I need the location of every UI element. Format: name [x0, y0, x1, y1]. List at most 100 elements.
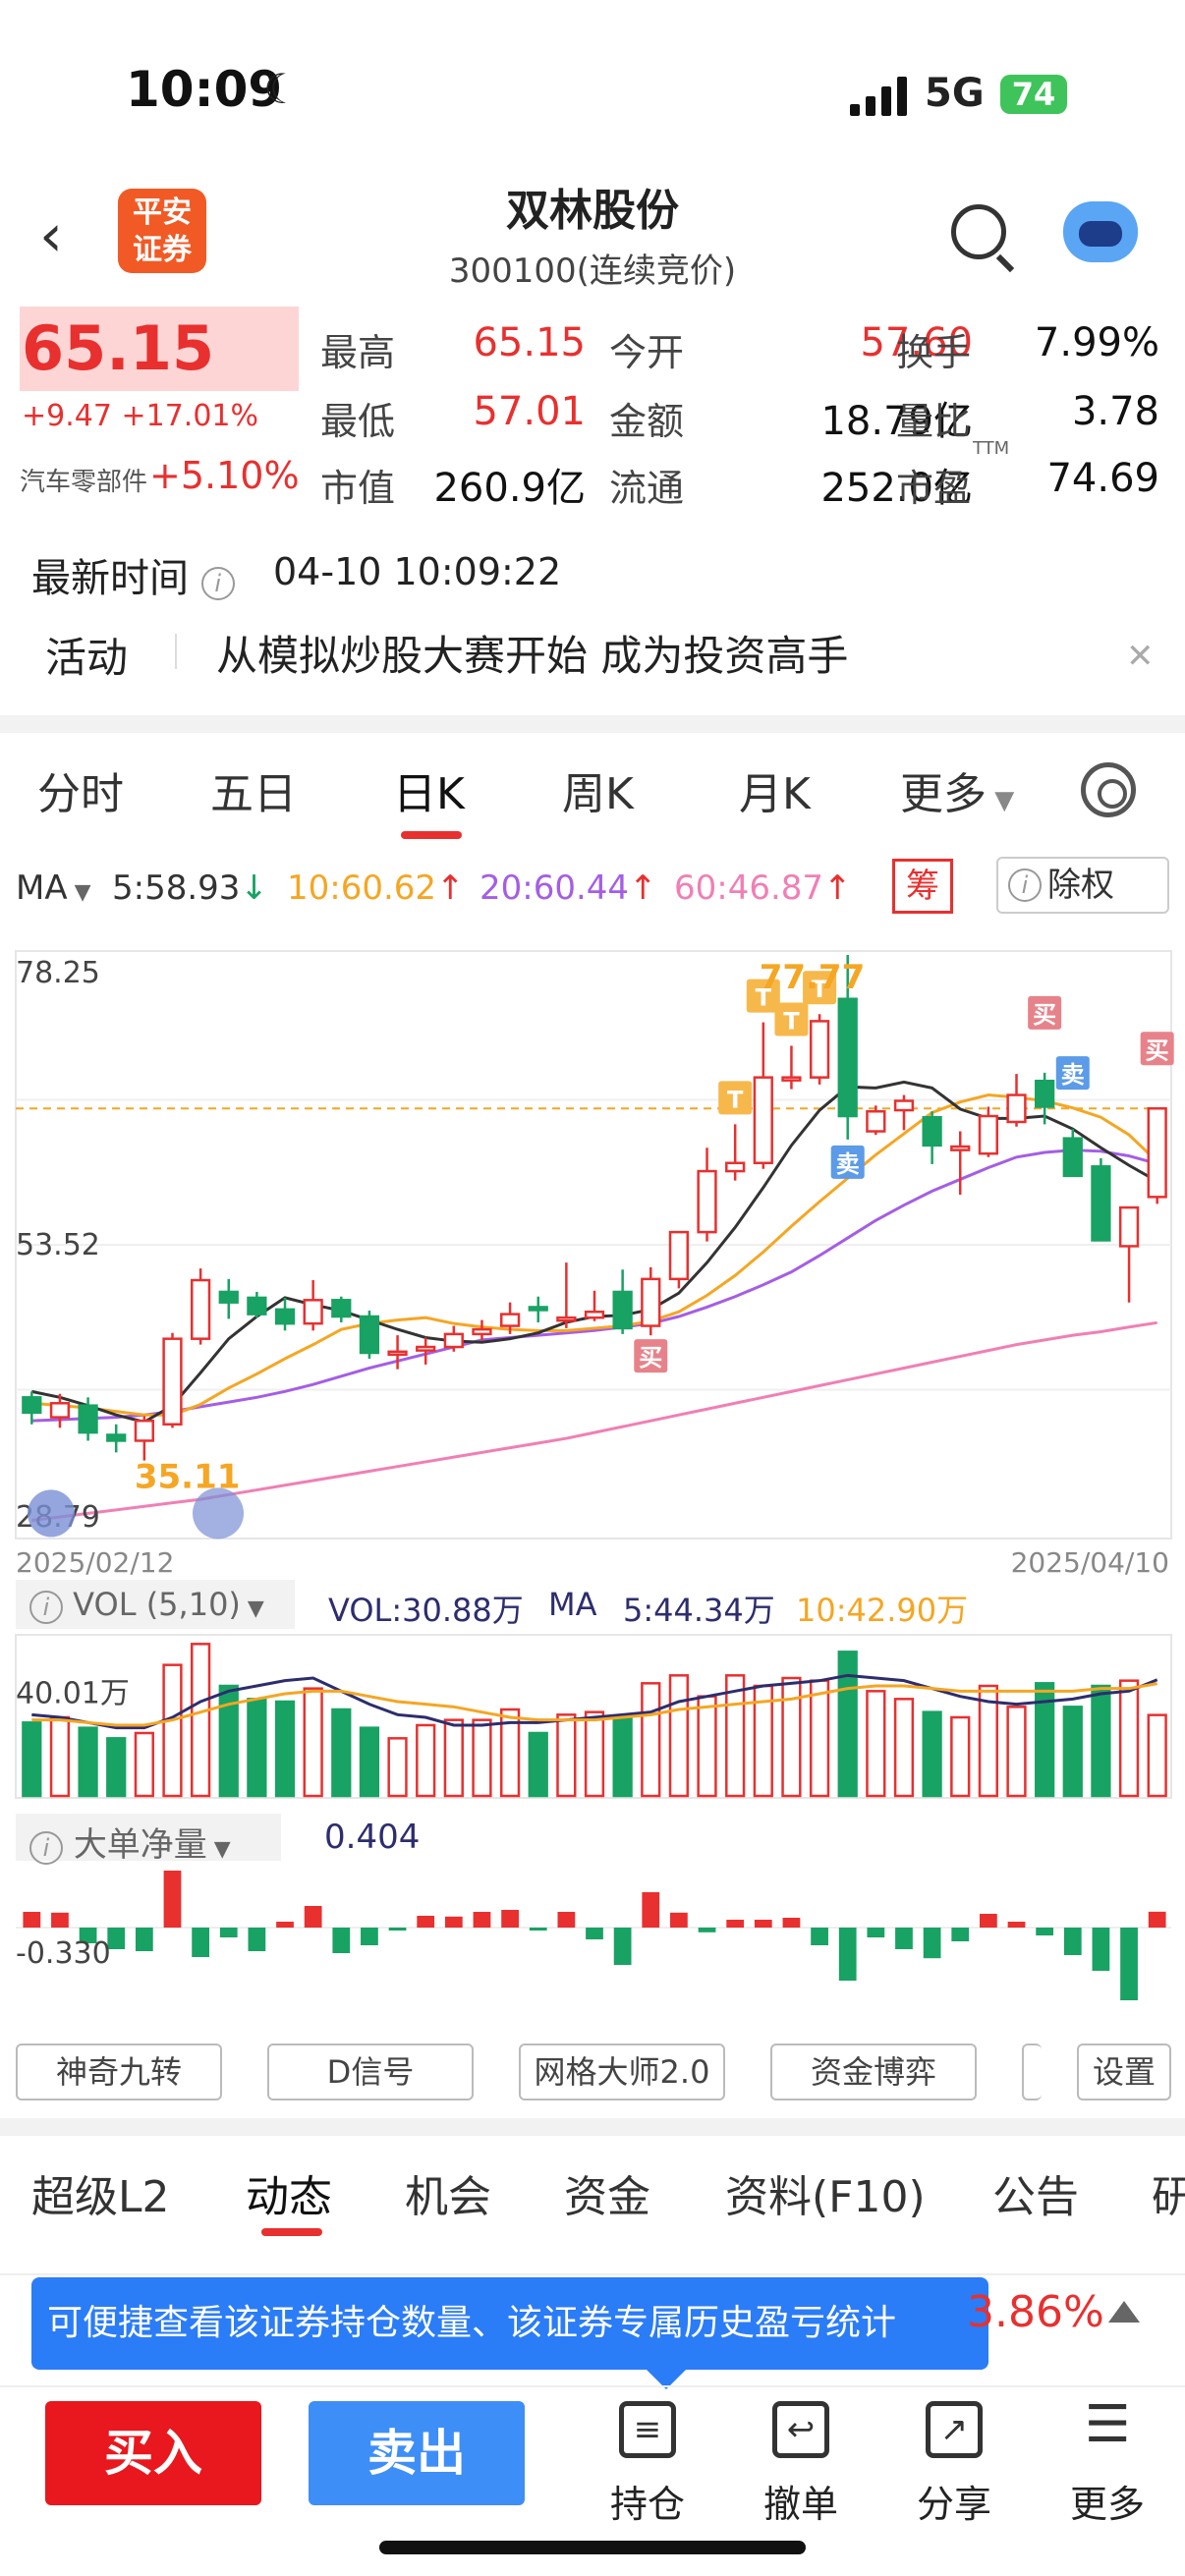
netflow-selector[interactable]: i 大单净量 ▼ — [29, 1818, 231, 1866]
volume-bar — [866, 1690, 886, 1798]
section-divider — [0, 2118, 1185, 2136]
indicator-grid-master-button[interactable]: 网格大师2.0 — [519, 2044, 725, 2100]
quote-label: 市值 — [320, 467, 396, 510]
dropdown-icon: ▼ — [987, 786, 1015, 815]
netflow-bar — [1092, 1928, 1110, 1971]
tab-research[interactable]: 研 — [1152, 2161, 1185, 2224]
date-end-label: 2025/04/10 — [1010, 1546, 1169, 1579]
volume-bar — [134, 1731, 154, 1798]
search-icon[interactable] — [951, 204, 1006, 259]
more-label: 更多 — [1069, 2483, 1145, 2526]
share-button[interactable]: ↗ 分享 — [900, 2401, 1008, 2528]
assistant-robot-icon[interactable] — [1063, 201, 1138, 262]
ma-label: MA — [16, 868, 68, 908]
netflow-bar — [135, 1928, 153, 1951]
ex-rights-button[interactable]: i 除权 — [996, 857, 1169, 914]
netflow-axis-label: -0.330 — [16, 1936, 111, 1971]
candle-body — [162, 1337, 183, 1426]
netflow-bar — [51, 1912, 69, 1928]
vol-axis-label: 40.01万 — [16, 1676, 130, 1710]
ma60-value: 60:46.87↑ — [674, 868, 852, 908]
sector-change[interactable]: +5.10% — [149, 454, 300, 497]
indicator-more-button[interactable] — [1022, 2044, 1042, 2100]
ma20-text: 20:60.44 — [480, 868, 630, 908]
netflow-bar — [726, 1920, 745, 1928]
volume-bar — [49, 1715, 71, 1798]
tab-f10[interactable]: 资料(F10) — [725, 2161, 926, 2224]
tab-daily-k[interactable]: 日K — [393, 758, 465, 821]
tab-monthly-k[interactable]: 月K — [739, 758, 811, 821]
netflow-bar — [754, 1920, 772, 1928]
netflow-bar — [557, 1912, 576, 1928]
candle-body — [528, 1306, 548, 1312]
tab-weekly-k[interactable]: 周K — [562, 758, 634, 821]
indicator-settings-button[interactable]: 设置 — [1077, 2044, 1171, 2100]
netflow-bar — [670, 1912, 688, 1928]
volume-bar — [809, 1679, 830, 1798]
divider — [0, 2273, 1185, 2275]
netflow-bar — [867, 1928, 885, 1937]
indicator-fund-game-button[interactable]: 资金博弈 — [770, 2044, 977, 2100]
indicator-d-signal-button[interactable]: D信号 — [267, 2044, 474, 2100]
candle-body — [1147, 1107, 1167, 1199]
volume-chart[interactable]: 40.01万 — [0, 1633, 1185, 1802]
volume-bar — [106, 1737, 127, 1798]
latest-time: 04-10 10:09:22 — [273, 550, 562, 593]
candlestick-chart[interactable]: 买TTTT卖买卖买78.2553.5228.7977.7735.11 — [0, 933, 1185, 1542]
tab-intraday[interactable]: 分时 — [37, 758, 124, 821]
tab-five-day[interactable]: 五日 — [210, 758, 297, 821]
candle-body — [416, 1345, 436, 1352]
buy-button[interactable]: 买入 — [45, 2401, 261, 2505]
candle-body — [1006, 1093, 1027, 1124]
activity-banner-text[interactable]: 从模拟炒股大赛开始 成为投资高手 — [216, 623, 848, 683]
candle-body — [247, 1296, 267, 1316]
netflow-bar — [698, 1928, 716, 1932]
tab-funds[interactable]: 资金 — [564, 2161, 650, 2224]
tab-super-l2[interactable]: 超级L2 — [31, 2161, 170, 2224]
dropdown-icon: ▼ — [67, 880, 91, 905]
vol-value: VOL:30.88万 — [328, 1592, 524, 1629]
volume-bar — [1062, 1706, 1083, 1798]
marker-label: 买 — [1146, 1036, 1169, 1064]
volume-bar — [274, 1700, 296, 1798]
sell-button[interactable]: 卖出 — [309, 2401, 525, 2505]
netflow-chart[interactable]: -0.330 — [0, 1865, 1185, 2024]
price-change: +9.47 +17.01% — [22, 399, 258, 433]
ma-selector[interactable]: MA ▼ — [16, 868, 91, 908]
volume-bar — [556, 1713, 577, 1798]
home-indicator[interactable] — [379, 2541, 806, 2554]
holdings-button[interactable]: ≡ 持仓 — [593, 2401, 702, 2528]
volume-bar — [1091, 1684, 1111, 1798]
quote-label: 金额 — [609, 400, 685, 443]
vol-selector[interactable]: i VOL (5,10) ▼ — [29, 1586, 264, 1624]
vol-ma-label: MA — [548, 1586, 597, 1623]
volume-bar — [1006, 1706, 1027, 1798]
candle-body — [866, 1109, 886, 1133]
volume-bar — [668, 1674, 690, 1798]
gear-icon[interactable] — [1081, 762, 1136, 817]
close-icon[interactable]: ✕ — [1126, 637, 1155, 676]
tab-news-feed[interactable]: 动态 — [246, 2161, 332, 2224]
more-button[interactable]: ☰ 更多 — [1053, 2399, 1161, 2528]
cancel-order-button[interactable]: ↩ 撤单 — [747, 2401, 855, 2528]
sector-name[interactable]: 汽车零部件 — [20, 462, 147, 498]
netflow-bar — [501, 1910, 519, 1928]
collapse-icon[interactable] — [1108, 2301, 1140, 2323]
tab-opportunity[interactable]: 机会 — [405, 2161, 491, 2224]
chip-distribution-button[interactable]: 筹 — [892, 859, 953, 914]
indicator-nine-turns-button[interactable]: 神奇九转 — [16, 2044, 222, 2100]
candle-body — [668, 1230, 690, 1281]
netflow-bar — [192, 1928, 209, 1957]
holdings-tooltip[interactable]: 可便捷查看该证券持仓数量、该证券专属历史盈亏统计 — [31, 2277, 988, 2389]
netflow-bar — [529, 1928, 547, 1931]
tab-more[interactable]: 更多 ▼ — [900, 758, 1014, 821]
volume-bar — [472, 1718, 492, 1798]
tab-announcements[interactable]: 公告 — [992, 2161, 1079, 2224]
quote-value: 260.9亿 — [433, 466, 586, 511]
netflow-bar — [23, 1912, 41, 1928]
candle-body — [499, 1313, 521, 1327]
volume-bar — [416, 1723, 436, 1798]
up-arrow-icon: ↑ — [629, 868, 657, 908]
stock-name: 双林股份 — [506, 186, 679, 236]
info-icon[interactable]: i — [200, 567, 235, 600]
